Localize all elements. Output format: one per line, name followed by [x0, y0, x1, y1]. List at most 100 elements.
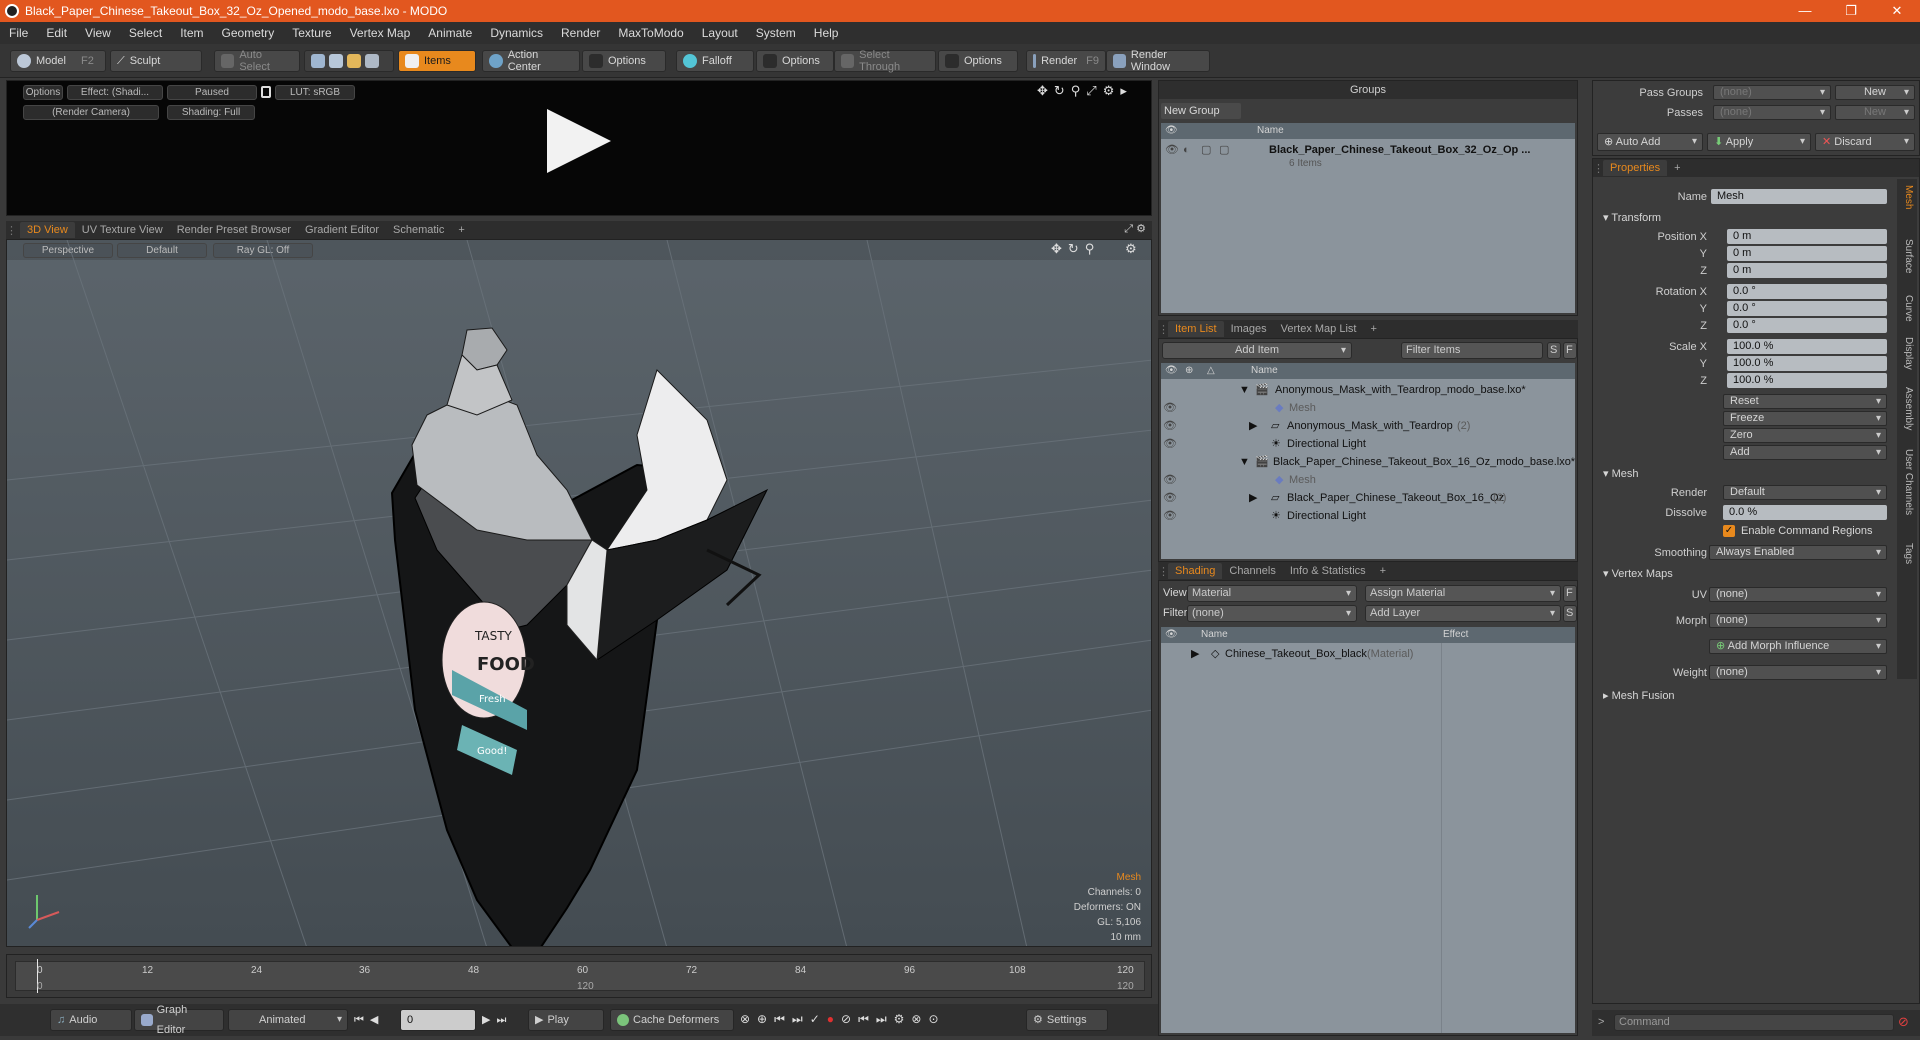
- filter-items-input[interactable]: Filter Items: [1401, 342, 1543, 359]
- transform-section[interactable]: ▾ Transform: [1603, 211, 1661, 224]
- menu-select[interactable]: Select: [120, 26, 171, 40]
- expand-arrow[interactable]: ▼: [1239, 381, 1250, 399]
- tree-row-box[interactable]: 👁 ▶ ▱ Black_Paper_Chinese_Takeout_Box_16_Oz…: [1161, 489, 1575, 507]
- tree-row-mask[interactable]: 👁 ▶ ▱ Anonymous_Mask_with_Teardrop (2): [1161, 417, 1575, 435]
- filter-f-button[interactable]: F: [1563, 342, 1577, 359]
- edges-icon[interactable]: [329, 54, 343, 68]
- select-through-options-button[interactable]: Options: [938, 50, 1018, 72]
- key-tool-icons[interactable]: ⊗⊕⏮⏭✓●⊘⏮⏭⚙⊗⊙: [740, 1012, 946, 1027]
- timeline[interactable]: 0 12 24 36 48 60 72 84 96 108 120 0 120 …: [6, 954, 1152, 998]
- drag-handle-icon[interactable]: ⋮: [1158, 323, 1169, 336]
- drag-handle-icon[interactable]: ⋮: [1593, 162, 1604, 175]
- tree-row-scene-2[interactable]: ▼ 🎬 Black_Paper_Chinese_Takeout_Box_16_Oz_…: [1161, 453, 1575, 471]
- lock-icon[interactable]: [261, 86, 271, 98]
- expand-arrow[interactable]: ▼: [1239, 453, 1250, 471]
- tree-row-light-2[interactable]: 👁 ☀ Directional Light: [1161, 507, 1575, 525]
- menu-view[interactable]: View: [76, 26, 120, 40]
- menu-file[interactable]: File: [0, 26, 37, 40]
- rotation-z-input[interactable]: 0.0 °: [1727, 318, 1887, 333]
- shading-f-button[interactable]: F: [1563, 585, 1577, 602]
- menu-edit[interactable]: Edit: [37, 26, 76, 40]
- side-tab-display[interactable]: Display: [1900, 337, 1914, 370]
- eye-icon[interactable]: 👁: [1163, 399, 1177, 417]
- view-dropdown[interactable]: Material: [1187, 585, 1357, 602]
- drag-handle-icon[interactable]: ⋮: [6, 224, 20, 237]
- uv-dropdown[interactable]: (none): [1709, 587, 1887, 602]
- tab-3d-view[interactable]: 3D View: [20, 222, 75, 238]
- zero-dropdown[interactable]: Zero: [1723, 428, 1887, 443]
- position-y-input[interactable]: 0 m: [1727, 246, 1887, 261]
- add-tab-button[interactable]: +: [1667, 160, 1687, 176]
- tree-row-scene-1[interactable]: ▼ 🎬 Anonymous_Mask_with_Teardrop_modo_base…: [1161, 381, 1575, 399]
- add-item-dropdown[interactable]: Add Item: [1162, 342, 1352, 359]
- preview-effect-dropdown[interactable]: Effect: (Shadi...: [67, 85, 163, 100]
- render-button[interactable]: Render F9: [1026, 50, 1106, 72]
- shading-dropdown[interactable]: Shading: Full: [167, 105, 255, 120]
- expand-arrow[interactable]: ▶: [1249, 489, 1257, 507]
- menu-system[interactable]: System: [747, 26, 805, 40]
- menu-render[interactable]: Render: [552, 26, 609, 40]
- new-pass-group-button[interactable]: New: [1835, 85, 1915, 100]
- eye-icon[interactable]: 👁: [1163, 489, 1177, 507]
- expand-arrow[interactable]: ▶: [1249, 417, 1257, 435]
- group-row[interactable]: 👁 ◐ ▢ ▢ Black_Paper_Chinese_Takeout_Box_…: [1161, 141, 1575, 173]
- tree-row-mesh-2[interactable]: 👁 ◆ Mesh: [1161, 471, 1575, 489]
- tab-gradient-editor[interactable]: Gradient Editor: [298, 222, 386, 238]
- frame-input[interactable]: 0: [400, 1009, 476, 1031]
- add-layer-dropdown[interactable]: Add Layer: [1365, 605, 1561, 622]
- tab-uv-texture-view[interactable]: UV Texture View: [75, 222, 170, 238]
- side-tab-mesh[interactable]: Mesh: [1900, 185, 1914, 209]
- action-center-options-button[interactable]: Options: [582, 50, 666, 72]
- settings-button[interactable]: ⚙ Settings: [1026, 1009, 1108, 1031]
- auto-add-button[interactable]: ⊕ Auto Add: [1597, 133, 1703, 151]
- menu-texture[interactable]: Texture: [283, 26, 340, 40]
- preview-nav-icons[interactable]: ✥↻⚲⤢⚙▸: [1037, 83, 1133, 99]
- menu-dynamics[interactable]: Dynamics: [481, 26, 552, 40]
- add-dropdown[interactable]: Add: [1723, 445, 1887, 460]
- render-toggle-icon[interactable]: ◐: [1183, 141, 1190, 159]
- tab-properties[interactable]: Properties: [1603, 160, 1668, 176]
- falloff-button[interactable]: Falloff: [676, 50, 754, 72]
- assign-material-dropdown[interactable]: Assign Material: [1365, 585, 1561, 602]
- side-tab-assembly[interactable]: Assembly: [1900, 387, 1914, 430]
- graph-editor-button[interactable]: Graph Editor: [134, 1004, 224, 1036]
- material-row[interactable]: ▶ ◇ Chinese_Takeout_Box_black (Material): [1161, 645, 1575, 663]
- eye-icon[interactable]: 👁: [1163, 417, 1177, 435]
- expand-arrow[interactable]: ▶: [1191, 645, 1199, 663]
- tab-images[interactable]: Images: [1224, 321, 1274, 337]
- reset-dropdown[interactable]: Reset: [1723, 394, 1887, 409]
- mesh-section[interactable]: ▾ Mesh: [1603, 467, 1638, 480]
- 3d-viewport[interactable]: Perspective Default Ray GL: Off ✥↻⚲ ⚙ TA…: [6, 239, 1152, 947]
- enable-command-regions-checkbox[interactable]: ✓: [1723, 525, 1735, 537]
- rotation-y-input[interactable]: 0.0 °: [1727, 301, 1887, 316]
- menu-layout[interactable]: Layout: [693, 26, 747, 40]
- freeze-dropdown[interactable]: Freeze: [1723, 411, 1887, 426]
- preview-options-button[interactable]: Options: [23, 85, 63, 100]
- maximize-button[interactable]: ❐: [1828, 0, 1874, 22]
- add-tab-button[interactable]: +: [451, 222, 471, 238]
- command-stop-icon[interactable]: ⊘: [1898, 1014, 1909, 1030]
- tab-shading[interactable]: Shading: [1168, 563, 1223, 579]
- add-tab-button[interactable]: +: [1373, 563, 1393, 579]
- rotation-x-input[interactable]: 0.0 °: [1727, 284, 1887, 299]
- eye-icon[interactable]: 👁: [1165, 141, 1179, 159]
- audio-button[interactable]: ♫ Audio: [50, 1009, 132, 1031]
- add-morph-influence-button[interactable]: ⊕ Add Morph Influence: [1709, 639, 1887, 654]
- position-z-input[interactable]: 0 m: [1727, 263, 1887, 278]
- select-toggle-icon[interactable]: ▢: [1219, 141, 1229, 159]
- tab-channels[interactable]: Channels: [1222, 563, 1282, 579]
- sculpt-mode-button[interactable]: ⟋ Sculpt: [110, 50, 202, 72]
- side-tab-curve[interactable]: Curve: [1900, 295, 1914, 322]
- animated-dropdown[interactable]: Animated: [228, 1009, 348, 1031]
- command-input[interactable]: Command: [1614, 1014, 1894, 1031]
- eye-icon[interactable]: 👁: [1163, 435, 1177, 453]
- render-camera-dropdown[interactable]: (Render Camera): [23, 105, 159, 120]
- side-tab-surface[interactable]: Surface: [1900, 239, 1914, 273]
- discard-button[interactable]: ✕ Discard: [1815, 133, 1915, 151]
- menu-vertex-map[interactable]: Vertex Map: [341, 26, 420, 40]
- menu-maxtomodo[interactable]: MaxToModo: [609, 26, 692, 40]
- scale-z-input[interactable]: 100.0 %: [1727, 373, 1887, 388]
- weight-dropdown[interactable]: (none): [1709, 665, 1887, 680]
- select-through-button[interactable]: Select Through: [834, 49, 936, 73]
- minimize-button[interactable]: —: [1782, 0, 1828, 22]
